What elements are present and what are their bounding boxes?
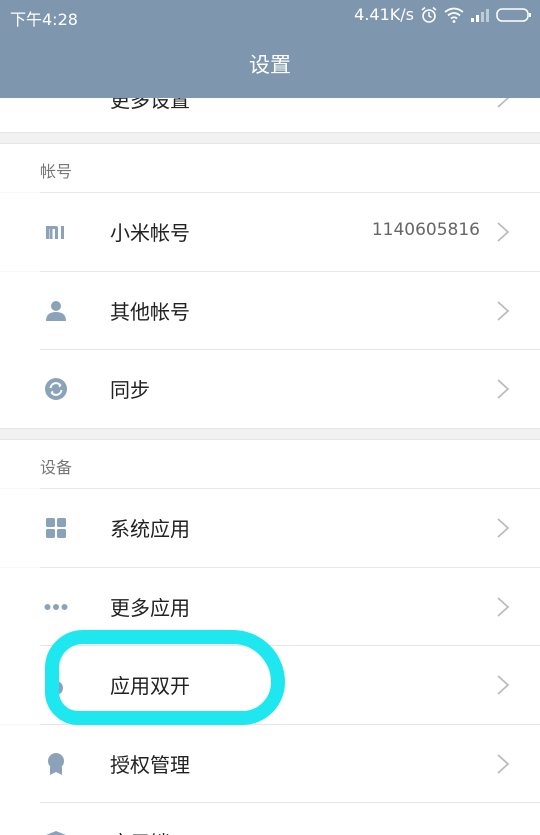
chevron-right-icon xyxy=(497,754,510,774)
section-gap xyxy=(0,428,540,440)
item-label: 应用锁 xyxy=(110,827,170,835)
signal-icon xyxy=(471,8,489,22)
settings-item-more-apps[interactable]: 更多应用 xyxy=(0,568,540,646)
status-icons: 4.41K/s xyxy=(354,5,532,24)
status-time: 下午4:28 xyxy=(10,10,78,29)
section-header-account: 帐号 xyxy=(0,144,540,192)
section-title: 帐号 xyxy=(40,162,73,181)
network-speed: 4.41K/s xyxy=(354,5,414,24)
item-label: 小米帐号 xyxy=(110,221,190,245)
dots-icon xyxy=(44,604,68,610)
section-gap xyxy=(0,132,540,144)
status-bar: 下午4:28 4.41K/s xyxy=(0,0,540,30)
chevron-right-icon xyxy=(497,675,510,695)
item-label: 同步 xyxy=(110,378,150,402)
settings-item-sync[interactable]: 同步 xyxy=(0,350,540,428)
item-label: 其他帐号 xyxy=(110,300,190,324)
item-label: 更多应用 xyxy=(110,596,190,620)
section-title: 设备 xyxy=(40,458,73,477)
settings-item-dual-apps[interactable]: 应用双开 xyxy=(0,646,540,724)
chevron-right-icon xyxy=(497,301,510,321)
badge-icon xyxy=(48,753,64,775)
item-label: 应用双开 xyxy=(110,674,190,698)
settings-item-app-lock[interactable]: 应用锁 xyxy=(0,803,540,835)
chevron-right-icon xyxy=(497,379,510,399)
settings-item-other-accounts[interactable]: 其他帐号 xyxy=(0,272,540,350)
battery-icon xyxy=(496,7,531,22)
title-bar-overlay: 设置 xyxy=(0,30,540,98)
person-icon xyxy=(46,301,66,321)
settings-item-mi-account[interactable]: 小米帐号 1140605816 xyxy=(0,193,540,271)
alarm-icon xyxy=(421,6,437,23)
chevron-right-icon xyxy=(497,597,510,617)
shield-icon xyxy=(46,831,66,835)
settings-item-system-apps[interactable]: 系统应用 xyxy=(0,489,540,567)
account-id: 1140605816 xyxy=(371,220,480,240)
settings-item-permissions[interactable]: 授权管理 xyxy=(0,725,540,803)
wifi-icon xyxy=(444,7,464,23)
chevron-right-icon xyxy=(497,518,510,538)
item-label: 系统应用 xyxy=(110,517,190,541)
section-header-device: 设备 xyxy=(0,440,540,488)
sync-icon xyxy=(45,378,67,400)
grid-icon xyxy=(46,518,66,538)
dual-app-icon xyxy=(49,681,63,695)
mi-logo-icon xyxy=(46,226,64,239)
page-title-overlay: 设置 xyxy=(249,53,291,77)
chevron-right-icon xyxy=(497,222,510,242)
item-label: 授权管理 xyxy=(110,753,190,777)
